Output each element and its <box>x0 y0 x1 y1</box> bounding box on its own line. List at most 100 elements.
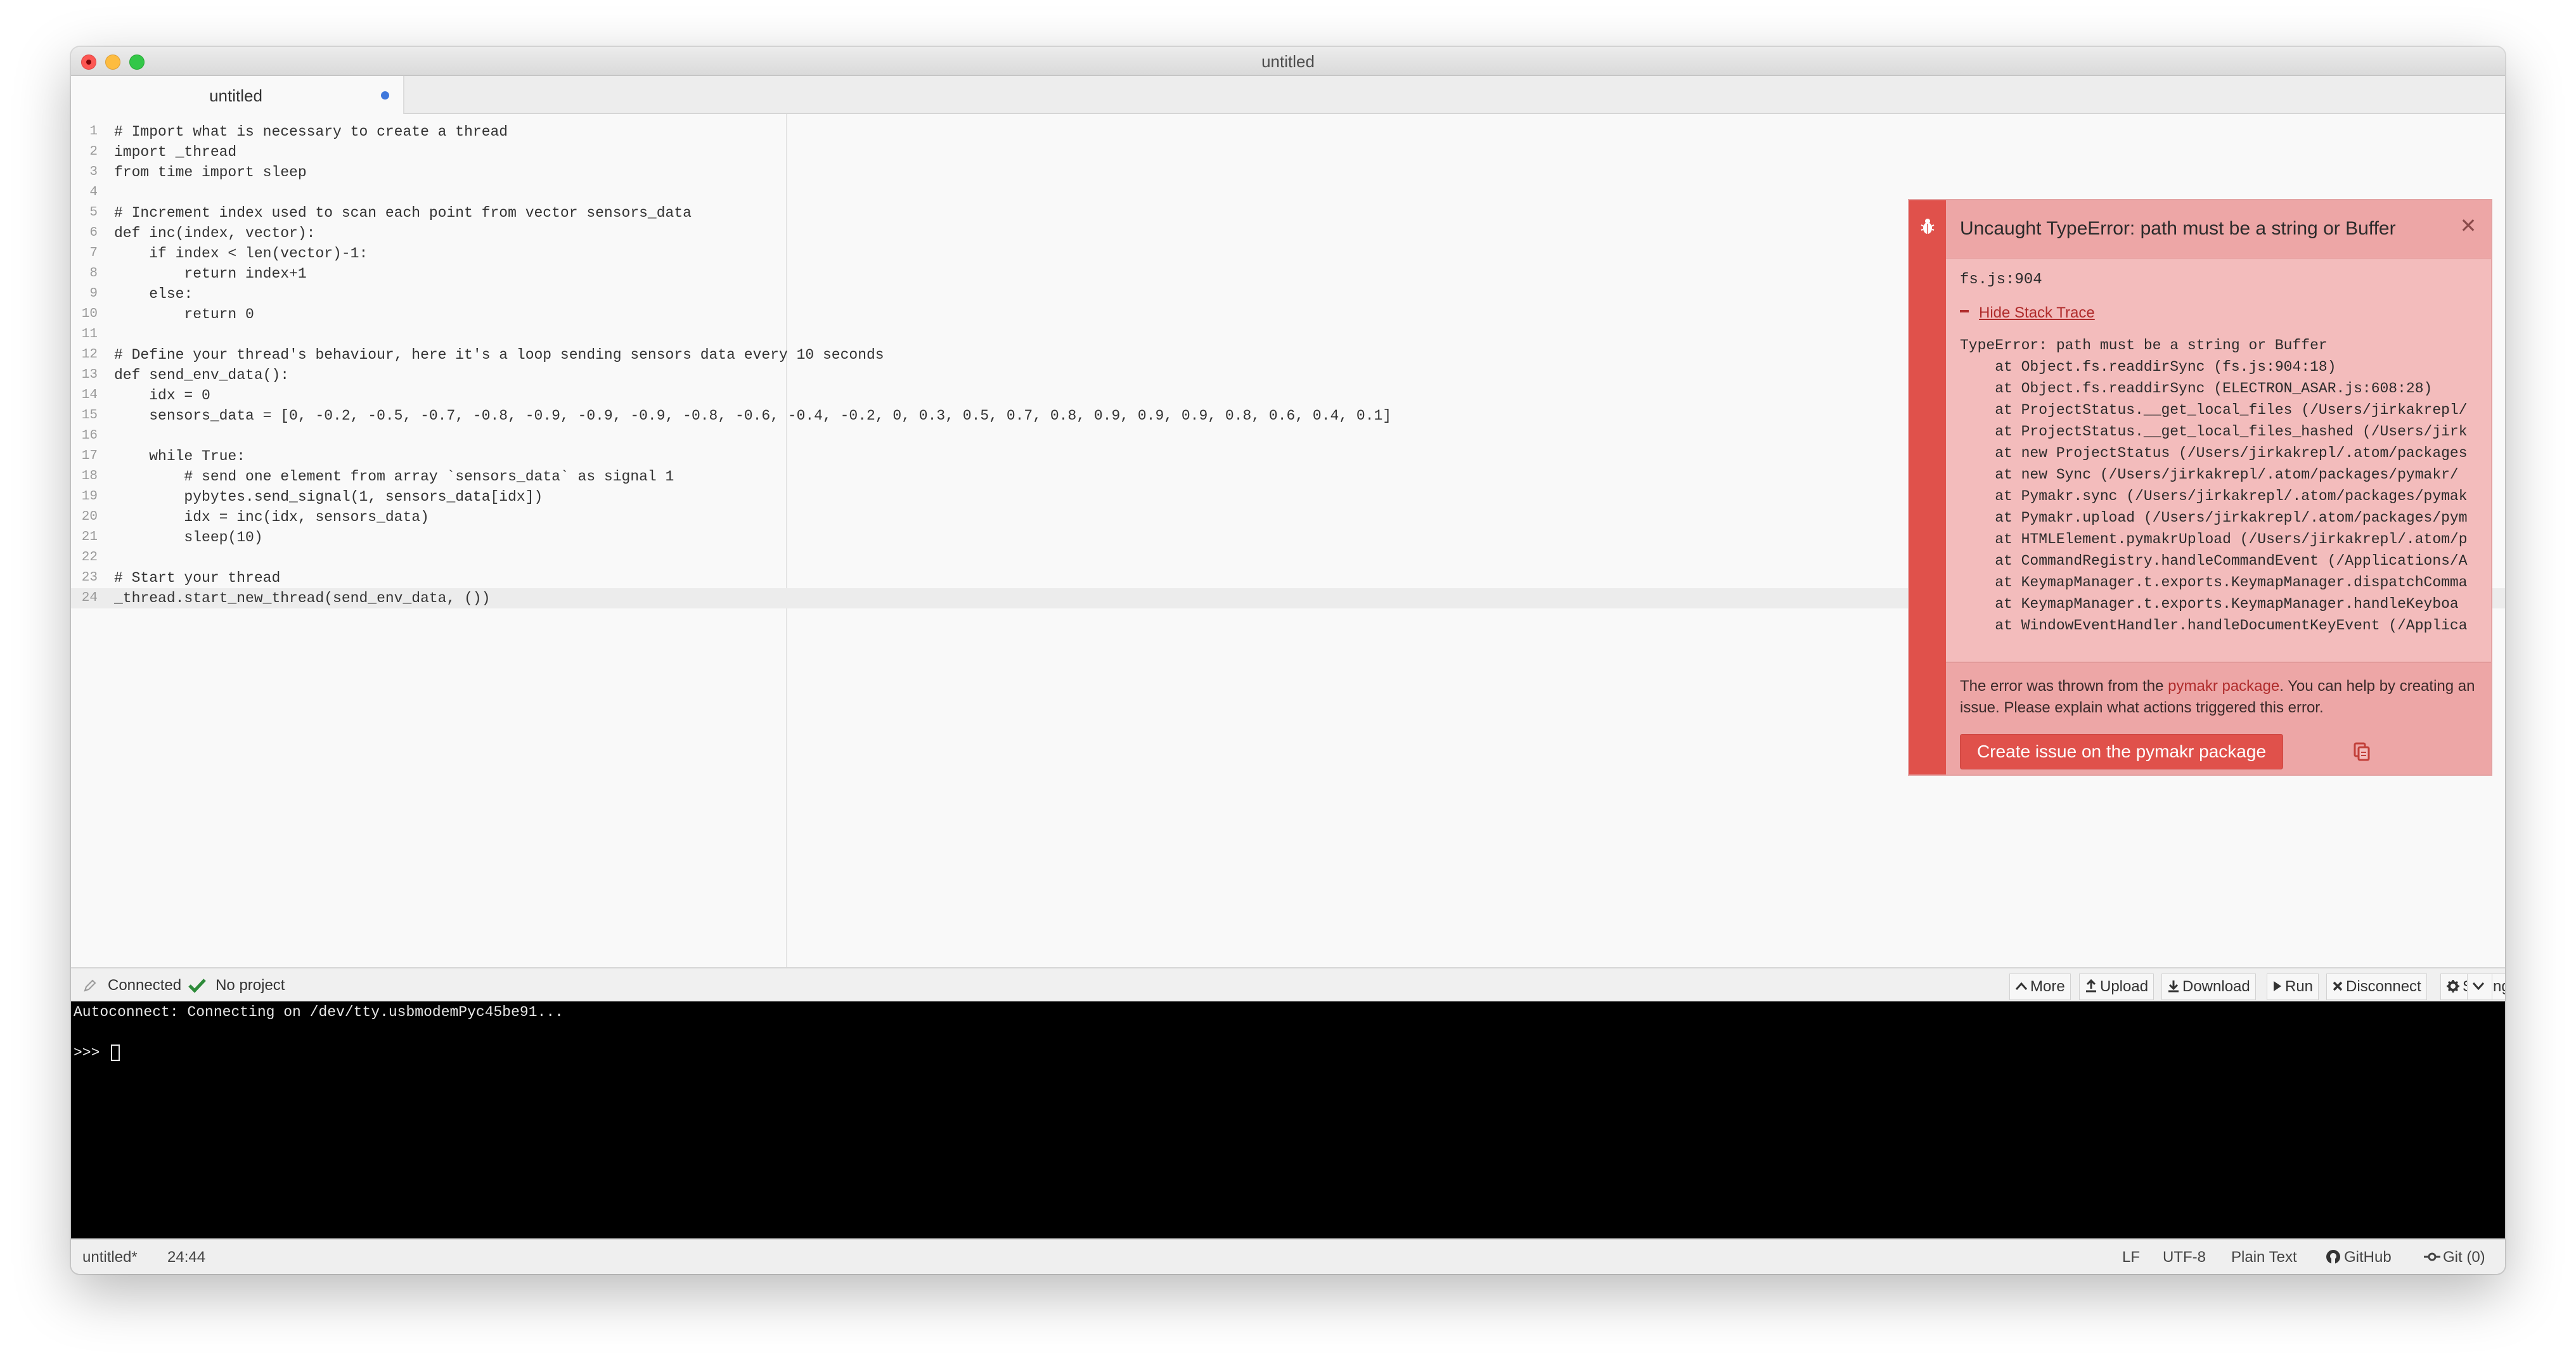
stack-trace: TypeError: path must be a string or Buff… <box>1960 335 2491 636</box>
disconnect-label: Disconnect <box>2346 978 2421 995</box>
stack-trace-line: at ProjectStatus.__get_local_files (/Use… <box>1960 402 2468 418</box>
code-editor[interactable]: 1 # Import what is necessary to create a … <box>71 114 2505 967</box>
tab-untitled[interactable]: untitled <box>71 76 404 114</box>
line-text: # Start your thread <box>114 570 281 586</box>
line-text: sensors_data = [0, -0.2, -0.5, -0.7, -0.… <box>114 408 1392 424</box>
line-number: 12 <box>81 347 98 362</box>
stack-trace-line: at Object.fs.readdirSync (ELECTRON_ASAR.… <box>1960 380 2433 397</box>
stack-trace-line: at KeymapManager.t.exports.KeymapManager… <box>1960 596 2459 612</box>
chevron-up-icon <box>2015 982 2028 990</box>
line-number: 3 <box>89 165 98 179</box>
notification-icon-bar <box>1909 200 1946 774</box>
run-label: Run <box>2285 978 2314 995</box>
stack-trace-line: at ProjectStatus.__get_local_files_hashe… <box>1960 423 2468 440</box>
disconnect-button[interactable]: Disconnect <box>2326 974 2427 1000</box>
line-number: 1 <box>89 124 98 139</box>
notification-footer: The error was thrown from the pymakr pac… <box>1946 662 2491 774</box>
line-text: sleep(10) <box>114 529 263 546</box>
status-encoding[interactable]: UTF-8 <box>2163 1249 2206 1266</box>
title-bar: untitled <box>71 47 2505 76</box>
connection-status-label: Connected <box>108 977 182 994</box>
code-line[interactable]: 3 from time import sleep <box>71 162 2505 183</box>
line-number: 2 <box>89 145 98 159</box>
line-text: def inc(index, vector): <box>114 225 316 241</box>
create-issue-button[interactable]: Create issue on the pymakr package <box>1960 734 2284 769</box>
more-button[interactable]: More <box>2009 974 2071 1000</box>
close-notification-button[interactable]: ✕ <box>2456 213 2481 238</box>
line-number: 20 <box>81 510 98 524</box>
git-commit-icon <box>2424 1252 2440 1261</box>
status-grammar[interactable]: Plain Text <box>2231 1249 2297 1266</box>
line-text: # Define your thread's behaviour, here i… <box>114 347 884 363</box>
stack-trace-line: at HTMLElement.pymakrUpload (/Users/jirk… <box>1960 531 2468 548</box>
line-number: 23 <box>81 570 98 585</box>
notification-description: The error was thrown from the pymakr pac… <box>1960 676 2480 719</box>
code-line[interactable]: 1 # Import what is necessary to create a … <box>71 122 2505 142</box>
project-label: No project <box>216 977 285 994</box>
upload-label: Upload <box>2100 978 2149 995</box>
line-number: 5 <box>89 205 98 220</box>
line-number: 15 <box>81 408 98 423</box>
pymakr-terminal[interactable]: Autoconnect: Connecting on /dev/tty.usbm… <box>71 1001 2505 1238</box>
line-number: 10 <box>81 307 98 321</box>
error-source: fs.js:904 <box>1960 271 2042 288</box>
stack-trace-line: at KeymapManager.t.exports.KeymapManager… <box>1960 574 2468 591</box>
pymakr-package-link[interactable]: pymakr package <box>2168 678 2279 695</box>
description-prefix: The error was thrown from the <box>1960 678 2168 695</box>
line-text: idx = inc(idx, sensors_data) <box>114 509 429 525</box>
modified-indicator-icon <box>381 91 389 100</box>
prompt-text: >>> <box>74 1044 109 1062</box>
chevron-down-icon <box>2472 982 2485 990</box>
status-file-name[interactable]: untitled* <box>82 1249 138 1266</box>
stack-trace-line: at new Sync (/Users/jirkakrepl/.atom/pac… <box>1960 466 2459 483</box>
tab-bar: untitled <box>71 76 2505 114</box>
checkmark-icon <box>188 979 206 993</box>
line-number: 8 <box>89 266 98 281</box>
line-text: while True: <box>114 448 246 465</box>
line-number: 16 <box>81 428 98 443</box>
copy-icon[interactable] <box>2352 742 2372 762</box>
terminal-line: Autoconnect: Connecting on /dev/tty.usbm… <box>74 1004 564 1020</box>
stack-toggle-label[interactable]: Hide Stack Trace <box>1979 304 2095 321</box>
code-line[interactable]: 2 import _thread <box>71 142 2505 162</box>
download-icon <box>2168 980 2179 993</box>
stack-trace-line: at Object.fs.readdirSync (fs.js:904:18) <box>1960 359 2336 375</box>
terminal-prompt[interactable]: >>> <box>74 1044 120 1061</box>
gear-icon <box>2447 979 2459 993</box>
status-git[interactable]: Git (0) <box>2424 1249 2485 1266</box>
stack-trace-line: at Pymakr.upload (/Users/jirkakrepl/.ato… <box>1960 510 2468 526</box>
hide-stack-trace-toggle[interactable]: Hide Stack Trace <box>1960 304 2095 322</box>
line-number: 19 <box>81 489 98 504</box>
upload-icon <box>2086 979 2096 993</box>
line-text: pybytes.send_signal(1, sensors_data[idx]… <box>114 489 543 505</box>
notification-header: Uncaught TypeError: path must be a strin… <box>1946 200 2491 259</box>
line-text: import _thread <box>114 144 237 160</box>
status-cursor-position[interactable]: 24:44 <box>167 1249 205 1266</box>
line-text: return index+1 <box>114 266 307 282</box>
status-bar: untitled* 24:44 LF UTF-8 Plain Text GitH… <box>71 1238 2505 1274</box>
error-notification: Uncaught TypeError: path must be a strin… <box>1908 199 2492 776</box>
collapse-panel-button[interactable] <box>2467 974 2492 1000</box>
line-number: 11 <box>81 327 98 342</box>
upload-button[interactable]: Upload <box>2079 974 2154 1000</box>
line-number: 24 <box>81 591 98 605</box>
status-github[interactable]: GitHub <box>2325 1249 2392 1266</box>
status-line-ending[interactable]: LF <box>2122 1249 2140 1266</box>
tab-label: untitled <box>209 86 262 105</box>
line-text: if index < len(vector)-1: <box>114 245 368 262</box>
line-number: 13 <box>81 368 98 382</box>
line-text: from time import sleep <box>114 164 307 181</box>
pymakr-connection-status: Connected No project <box>82 976 285 995</box>
github-label: GitHub <box>2344 1249 2392 1266</box>
more-label: More <box>2030 978 2065 995</box>
download-button[interactable]: Download <box>2161 974 2256 1000</box>
line-number: 4 <box>89 185 98 200</box>
stack-trace-line: TypeError: path must be a string or Buff… <box>1960 337 2328 354</box>
line-number: 14 <box>81 388 98 402</box>
stack-trace-line: at CommandRegistry.handleCommandEvent (/… <box>1960 553 2468 569</box>
minus-icon <box>1960 309 1969 312</box>
line-number: 9 <box>89 286 98 301</box>
atom-window: untitled untitled 1 # Import what is nece… <box>71 47 2505 1274</box>
run-button[interactable]: Run <box>2267 974 2319 1000</box>
play-icon <box>2274 980 2281 991</box>
